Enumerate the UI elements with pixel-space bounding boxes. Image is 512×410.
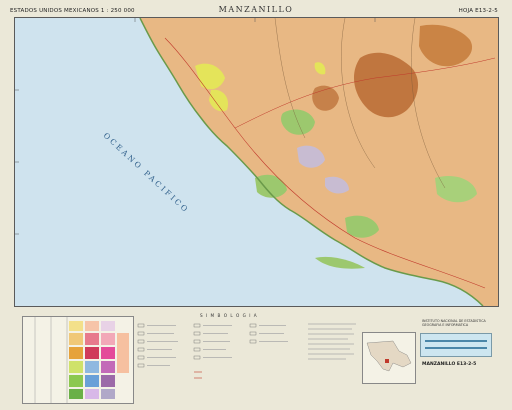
title-block-line	[425, 347, 487, 349]
sheet-title-block	[420, 333, 492, 357]
symbol-legend	[136, 320, 306, 402]
map-title: MANZANILLO	[218, 5, 294, 14]
notes-block	[308, 320, 360, 370]
sheet-code: HOJA E13-2-5	[458, 8, 498, 14]
main-map[interactable]: OCEANO PACIFICO	[14, 17, 499, 307]
institute-name: INSTITUTO NACIONAL DE ESTADISTICA GEOGRA…	[422, 319, 490, 327]
geologic-column	[22, 316, 134, 404]
map-sheet: ESTADOS UNIDOS MEXICANOS 1 : 250 000 MAN…	[0, 0, 512, 410]
institute-line-2: GEOGRAFIA E INFORMATICA	[422, 323, 469, 328]
index-map	[362, 332, 416, 384]
hoja-label: MANZANILLO E13-2-5	[422, 362, 477, 367]
legend-section-title: S I M B O L O G I A	[200, 313, 258, 318]
title-block-line	[425, 340, 487, 342]
